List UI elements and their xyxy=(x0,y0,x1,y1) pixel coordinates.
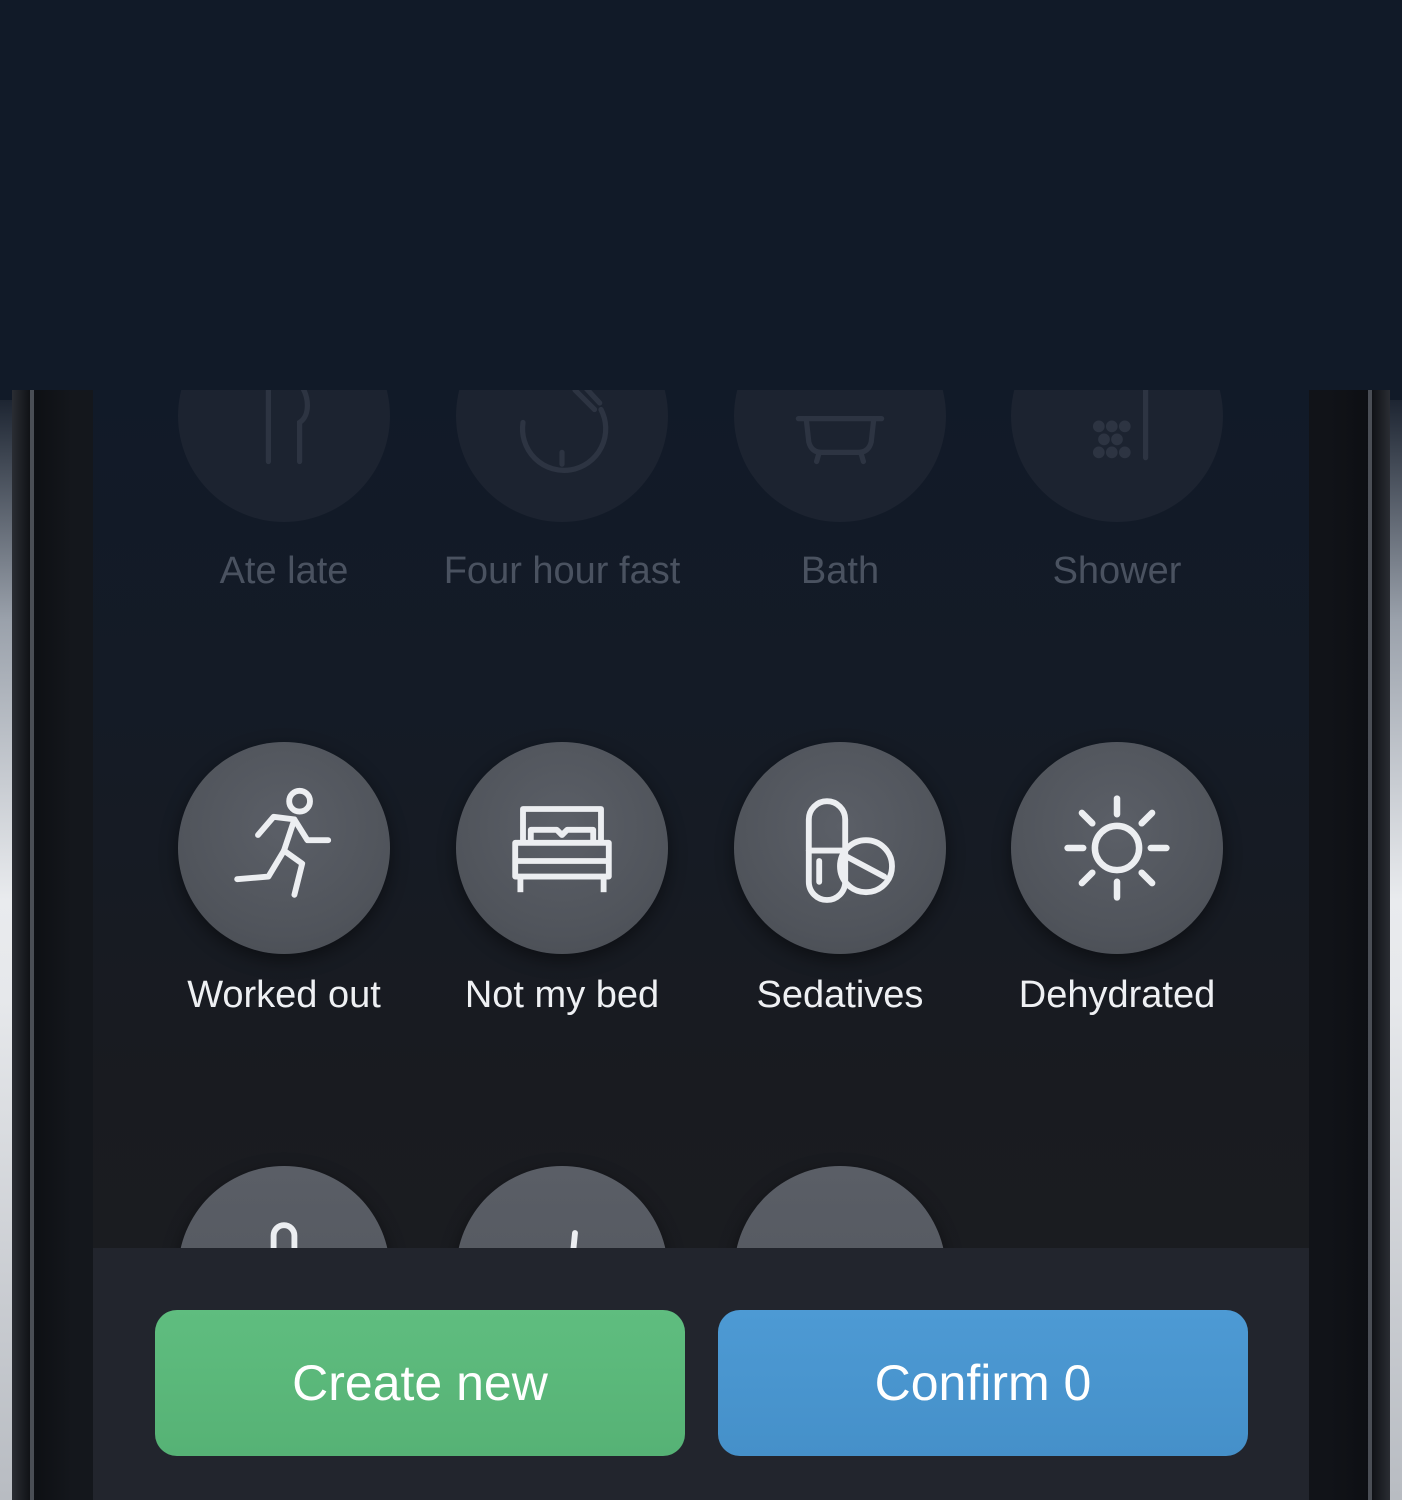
activity-circle xyxy=(1011,390,1223,522)
activity-label: Worked out xyxy=(187,974,381,1016)
activity-label: Not my bed xyxy=(464,974,660,1016)
sun-icon xyxy=(1064,795,1170,901)
activity-label: Sedatives xyxy=(756,974,924,1016)
create-new-button[interactable]: Create new xyxy=(155,1310,685,1456)
bed-icon xyxy=(512,806,612,893)
activity-circle xyxy=(178,742,390,954)
top-backdrop xyxy=(0,0,1402,400)
phone-screen: Ate late Four hour fast Bath Shower Work… xyxy=(93,390,1309,1500)
activity-circle xyxy=(734,742,946,954)
activity-circle xyxy=(734,390,946,522)
pills-icon xyxy=(805,798,895,903)
clock-fast-icon xyxy=(519,390,609,473)
activity-label: Shower xyxy=(1052,550,1182,592)
activity-label: Dehydrated xyxy=(1018,974,1216,1016)
bottom-action-bar: Create new Confirm 0 xyxy=(93,1248,1309,1500)
activity-circle xyxy=(1011,742,1223,954)
activity-label: Ate late xyxy=(219,550,349,592)
activity-circle xyxy=(456,390,668,522)
activity-circle xyxy=(456,742,668,954)
fork-knife-icon xyxy=(265,390,310,465)
confirm-button[interactable]: Confirm 0 xyxy=(718,1310,1248,1456)
activity-label: Bath xyxy=(800,550,880,592)
activity-circle xyxy=(178,390,390,522)
activity-label: Four hour fast xyxy=(443,550,681,592)
running-person-icon xyxy=(234,787,332,898)
shower-icon xyxy=(1092,390,1149,461)
bathtub-icon xyxy=(795,416,885,465)
